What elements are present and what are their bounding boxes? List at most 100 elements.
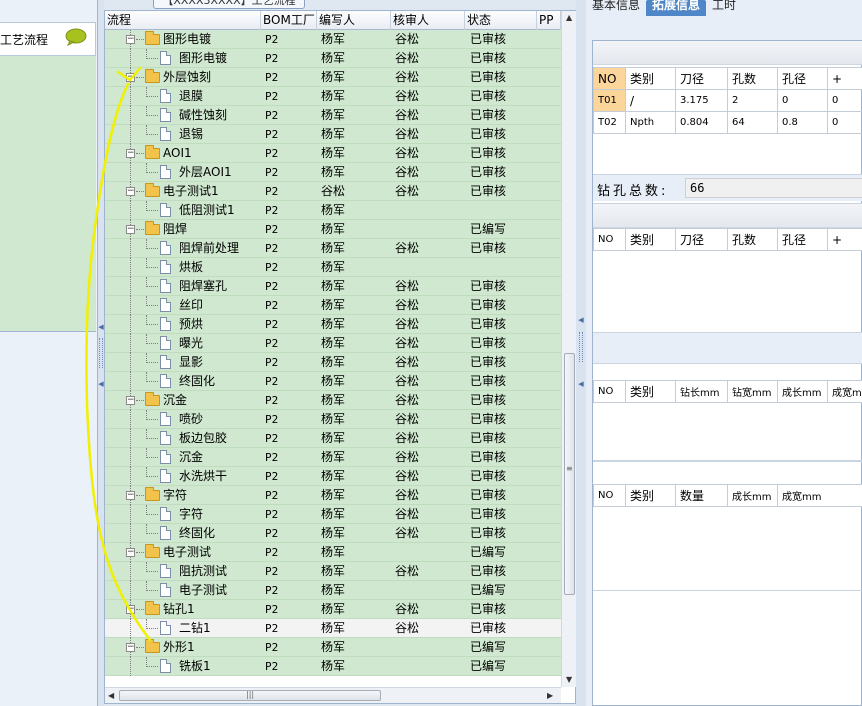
tree-group-row[interactable]: − 字符 P2 杨军 谷松 已审核 (105, 486, 561, 505)
th-finish-length[interactable]: 成长mm (727, 484, 778, 507)
collapse-toggle-icon[interactable]: − (126, 187, 135, 196)
tree-step-row[interactable]: 电子测试 P2 杨军 已编写 (105, 581, 561, 600)
tree-step-row[interactable]: 板边包胶 P2 杨军 谷松 已审核 (105, 429, 561, 448)
tree-step-row[interactable]: 阻抗测试 P2 杨军 谷松 已审核 (105, 562, 561, 581)
vertical-scrollbar[interactable]: ▲ ≡ ▼ (561, 11, 576, 687)
th-no[interactable]: NO (593, 484, 626, 507)
cell-extra[interactable]: 0 (827, 89, 862, 112)
col-header-writer[interactable]: 编写人 (317, 11, 391, 30)
tree-group-row[interactable]: − 电子测试 P2 杨军 已编写 (105, 543, 561, 562)
th-no[interactable]: NO (593, 67, 626, 90)
tree-step-row[interactable]: 退膜 P2 杨军 谷松 已审核 (105, 87, 561, 106)
nav-item-process-flow[interactable]: 工艺流程 (0, 22, 96, 56)
cell-category[interactable]: Npth (625, 111, 676, 134)
tree-step-row[interactable]: 曝光 P2 杨军 谷松 已审核 (105, 334, 561, 353)
collapse-toggle-icon[interactable]: − (126, 35, 135, 44)
th-slot-width[interactable]: 钻宽mm (727, 380, 778, 403)
scroll-down-icon[interactable]: ▼ (566, 675, 572, 684)
th-no[interactable]: NO (593, 380, 626, 403)
table-row[interactable]: T02 Npth 0.804 64 0.8 0 (593, 111, 862, 134)
drill-total-field[interactable]: 66 (685, 178, 862, 198)
tab-basic-info[interactable]: 基本信息 (586, 0, 646, 16)
tree-step-row[interactable]: 外层AOI1 P2 杨军 谷松 已审核 (105, 163, 561, 182)
tree-step-row[interactable]: 低阻测试1 P2 杨军 (105, 201, 561, 220)
col-header-pp[interactable]: PP (537, 11, 561, 30)
collapse-toggle-icon[interactable]: − (126, 548, 135, 557)
tree-group-row[interactable]: − 电子测试1 P2 谷松 谷松 已审核 (105, 182, 561, 201)
th-finish-width[interactable]: 成宽mm (827, 380, 862, 403)
th-hole-dia[interactable]: 孔径 (777, 67, 828, 90)
cell-category[interactable]: / (625, 89, 676, 112)
tree-step-row[interactable]: 喷砂 P2 杨军 谷松 已审核 (105, 410, 561, 429)
tree-step-row[interactable]: 字符 P2 杨军 谷松 已审核 (105, 505, 561, 524)
cell-no[interactable]: T01 (593, 89, 626, 112)
th-category[interactable]: 类别 (625, 484, 676, 507)
col-header-process[interactable]: 流程 (105, 11, 261, 30)
tree-step-row[interactable]: 丝印 P2 杨军 谷松 已审核 (105, 296, 561, 315)
cell-extra[interactable]: 0 (827, 111, 862, 134)
tree-group-row[interactable]: − 外层蚀刻 P2 杨军 谷松 已审核 (105, 68, 561, 87)
tab-extended-info[interactable]: 拓展信息 (646, 0, 707, 16)
scroll-up-icon[interactable]: ▲ (566, 13, 572, 22)
tree-group-row[interactable]: − 阻焊 P2 杨军 已编写 (105, 220, 561, 239)
cell-no[interactable]: T02 (593, 111, 626, 134)
tree-step-row[interactable]: 终固化 P2 杨军 谷松 已审核 (105, 524, 561, 543)
cell-hole-dia[interactable]: 0 (777, 89, 828, 112)
col-header-bom[interactable]: BOM工厂 (261, 11, 317, 30)
th-hole-dia[interactable]: 孔径 (777, 228, 828, 251)
collapse-toggle-icon[interactable]: − (126, 149, 135, 158)
collapse-right-icon[interactable]: ◀ (578, 316, 584, 324)
th-tool-dia[interactable]: 刀径 (675, 228, 728, 251)
tree-step-row[interactable]: 阻焊塞孔 P2 杨军 谷松 已审核 (105, 277, 561, 296)
tree-step-row[interactable]: 铣板1 P2 杨军 已编写 (105, 657, 561, 676)
tree-step-row[interactable]: 烘板 P2 杨军 (105, 258, 561, 277)
horizontal-scrollbar[interactable]: ◀ ||| ▶ (105, 687, 561, 703)
th-add[interactable]: + (827, 67, 862, 90)
collapse-toggle-icon[interactable]: − (126, 73, 135, 82)
vertical-scroll-thumb[interactable]: ≡ (564, 353, 575, 595)
tree-step-row[interactable]: 终固化 P2 杨军 谷松 已审核 (105, 372, 561, 391)
tree-step-row[interactable]: 沉金 P2 杨军 谷松 已审核 (105, 448, 561, 467)
collapse-toggle-icon[interactable]: − (126, 643, 135, 652)
cell-tool-dia[interactable]: 3.175 (675, 89, 728, 112)
th-category[interactable]: 类别 (625, 380, 676, 403)
tree-step-row[interactable]: 退锡 P2 杨军 谷松 已审核 (105, 125, 561, 144)
cell-hole-dia[interactable]: 0.8 (777, 111, 828, 134)
collapse-toggle-icon[interactable]: − (126, 396, 135, 405)
th-hole-count[interactable]: 孔数 (727, 67, 778, 90)
collapse-toggle-icon[interactable]: − (126, 491, 135, 500)
collapse-toggle-icon[interactable]: − (126, 605, 135, 614)
tree-group-row[interactable]: − 钻孔1 P2 杨军 谷松 已审核 (105, 600, 561, 619)
tree-step-row[interactable]: 二钻1 P2 杨军 谷松 已审核 (105, 619, 561, 638)
tree-step-row[interactable]: 图形电镀 P2 杨军 谷松 已审核 (105, 49, 561, 68)
cell-hole-count[interactable]: 2 (727, 89, 778, 112)
collapse-right-icon-2[interactable]: ◀ (578, 380, 584, 388)
th-add[interactable]: + (827, 228, 862, 251)
th-quantity[interactable]: 数量 (675, 484, 728, 507)
col-header-status[interactable]: 状态 (465, 11, 537, 30)
splitter2-grip-icon[interactable] (579, 332, 583, 362)
scroll-left-icon[interactable]: ◀ (108, 691, 114, 700)
tree-step-row[interactable]: 碱性蚀刻 P2 杨军 谷松 已审核 (105, 106, 561, 125)
tab-work-hours[interactable]: 工时 (706, 0, 742, 16)
th-slot-length[interactable]: 钻长mm (675, 380, 728, 403)
th-no[interactable]: NO (593, 228, 626, 251)
th-category[interactable]: 类别 (625, 67, 676, 90)
tree-group-row[interactable]: − 图形电镀 P2 杨军 谷松 已审核 (105, 30, 561, 49)
th-tool-dia[interactable]: 刀径 (675, 67, 728, 90)
right-splitter[interactable]: ◀ ◀ (576, 0, 586, 706)
th-finish-width[interactable]: 成宽mm (777, 484, 862, 507)
collapse-toggle-icon[interactable]: − (126, 225, 135, 234)
scroll-right-icon[interactable]: ▶ (547, 691, 553, 700)
horizontal-scroll-thumb[interactable]: ||| (119, 690, 381, 701)
tree-group-row[interactable]: − AOI1 P2 杨军 谷松 已审核 (105, 144, 561, 163)
tree-step-row[interactable]: 阻焊前处理 P2 杨军 谷松 已审核 (105, 239, 561, 258)
tree-group-row[interactable]: − 沉金 P2 杨军 谷松 已审核 (105, 391, 561, 410)
tree-group-row[interactable]: − 外形1 P2 杨军 已编写 (105, 638, 561, 657)
tree-step-row[interactable]: 水洗烘干 P2 杨军 谷松 已审核 (105, 467, 561, 486)
tree-step-row[interactable]: 预烘 P2 杨军 谷松 已审核 (105, 315, 561, 334)
cell-tool-dia[interactable]: 0.804 (675, 111, 728, 134)
document-title-tab[interactable]: 【XXXX3XXXX】工艺流程 (153, 0, 305, 9)
th-category[interactable]: 类别 (625, 228, 676, 251)
table-row[interactable]: T01 / 3.175 2 0 0 (593, 89, 862, 112)
